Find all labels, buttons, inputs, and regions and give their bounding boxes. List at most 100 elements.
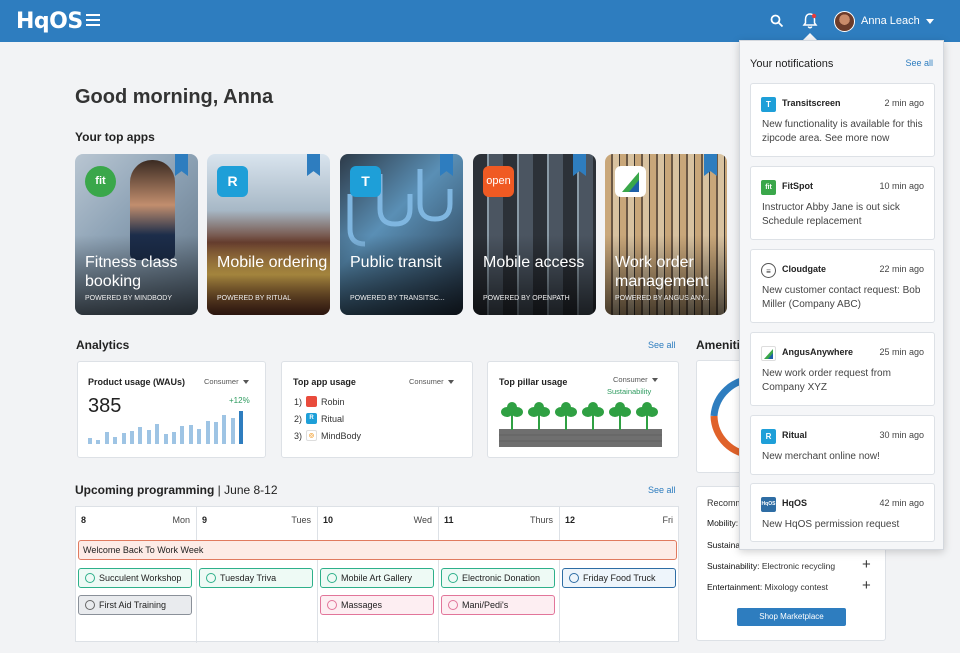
product-usage-title: Product usage (WAUs) [88,377,186,387]
notification-time: 42 min ago [879,498,924,508]
notification-time: 10 min ago [879,181,924,191]
notification-item[interactable]: T Transitscreen 2 min ago New functional… [750,83,935,157]
event-banner[interactable]: Welcome Back To Work Week [78,540,677,560]
recommendation-row[interactable]: Mobility: [707,518,738,528]
usage-bar [113,437,118,444]
app-title: Public transit [350,254,442,271]
top-apps-title: Your top apps [75,130,155,144]
bookmark-icon[interactable] [307,154,320,176]
menu-icon[interactable] [86,14,100,26]
rec-category: Mobility: [707,518,739,528]
event-chip[interactable]: Massages [320,595,434,615]
usage-bar [180,426,185,444]
consumer-dropdown[interactable]: Consumer [613,375,658,384]
app-name: Robin [321,396,345,407]
consumer-dropdown[interactable]: Consumer [204,377,249,386]
usage-bar [188,425,193,444]
notification-item[interactable]: R Ritual 30 min ago New merchant online … [750,415,935,475]
notification-item[interactable]: fit FitSpot 10 min ago Instructor Abby J… [750,166,935,240]
ritual-icon: R [306,413,317,424]
notification-message: Instructor Abby Jane is out sick Schedul… [762,202,900,227]
sustainability-filter[interactable]: Sustainability [607,387,651,396]
app-card-work-order[interactable]: Work order management POWERED BY ANGUS A… [605,154,727,315]
notification-app: Cloudgate [782,264,826,274]
usage-bar [230,418,235,444]
event-label: Electronic Donation [462,573,541,583]
bookmark-icon[interactable] [175,154,188,176]
event-chip[interactable]: Electronic Donation [441,568,555,588]
shop-marketplace-button[interactable]: Shop Marketplace [737,608,846,626]
search-icon[interactable] [770,14,784,28]
usage-bar-chart [88,411,256,444]
event-chip[interactable]: Mobile Art Gallery [320,568,434,588]
chevron-down-icon[interactable] [926,19,934,24]
usage-change: +12% [229,396,250,405]
event-chip[interactable]: Mani/Pedi's [441,595,555,615]
notification-app: Transitscreen [782,98,841,108]
programming-heading: Upcoming programming [75,483,215,497]
top-app-row[interactable]: 2) R Ritual [294,413,344,424]
top-app-usage-card: Top app usage Consumer 1) Robin 2) R Rit… [281,361,473,458]
event-chip[interactable]: First Aid Training [78,595,192,615]
analytics-see-all-link[interactable]: See all [648,340,676,350]
event-chip[interactable]: Tuesday Triva [199,568,313,588]
bookmark-icon[interactable] [573,154,586,176]
day-date: 10 [323,515,334,525]
notification-app: Ritual [782,430,808,440]
usage-bar [214,422,218,444]
hqos-icon: HqOS [761,497,776,512]
notification-item[interactable]: HqOS HqOS 42 min ago New HqOS permission… [750,483,935,542]
check-circle-icon [206,573,216,583]
app-title: Mobile access [483,254,585,271]
notifications-panel: Your notifications See all T Transitscre… [739,40,944,550]
add-plus-icon[interactable]: + [862,577,871,594]
consumer-dropdown[interactable]: Consumer [409,377,454,386]
sustainability-plants-graphic [499,402,662,447]
recommendation-row[interactable]: Sustainability: Electronic recycling [707,561,835,571]
day-date: 9 [202,515,208,525]
app-card-public-transit[interactable]: T Public transit POWERED BY TRANSITSC... [340,154,463,315]
top-app-row[interactable]: 3) ◎ MindBody [294,430,361,441]
top-app-usage-title: Top app usage [293,377,356,387]
rec-detail: Mixology contest [764,582,828,592]
usage-bar [163,434,168,444]
rec-category: Sustainability: [707,561,760,571]
rank: 2) [294,413,303,424]
top-app-row[interactable]: 1) Robin [294,396,345,407]
cloudgate-icon: ≡ [761,263,776,278]
check-circle-icon [85,573,95,583]
check-circle-icon [327,573,337,583]
bell-icon[interactable] [802,12,818,30]
notification-app: AngusAnywhere [782,347,854,357]
notification-item[interactable]: ≡ Cloudgate 22 min ago New customer cont… [750,249,935,323]
event-label: Massages [341,600,383,610]
event-chip[interactable]: Succulent Workshop [78,568,192,588]
app-title: Work order management [615,254,709,290]
app-card-mobile-access[interactable]: open Mobile access POWERED BY OPENPATH [473,154,596,315]
day-name: Tues [291,515,311,525]
usage-bar [88,438,92,444]
fit-app-icon: fit [85,166,116,197]
rec-category: Entertainment: [707,582,763,592]
check-circle-icon [448,573,458,583]
transitscreen-app-icon: T [350,166,381,197]
top-pillar-usage-title: Top pillar usage [499,377,568,387]
notifications-see-all-link[interactable]: See all [905,58,933,68]
usage-bar [138,427,143,444]
avatar[interactable] [834,11,855,32]
notification-time: 2 min ago [884,98,924,108]
programming-see-all-link[interactable]: See all [648,485,676,495]
bookmark-icon[interactable] [704,154,717,176]
recommendation-row[interactable]: Entertainment: Mixology contest [707,582,828,592]
app-card-fitness[interactable]: fit Fitness class booking POWERED BY MIN… [75,154,198,315]
day-name: Mon [172,515,190,525]
rank: 3) [294,430,303,441]
logo[interactable]: HqOS [16,9,83,34]
event-chip[interactable]: Friday Food Truck [562,568,676,588]
user-name[interactable]: Anna Leach [861,15,920,27]
add-plus-icon[interactable]: + [862,556,871,573]
app-card-mobile-ordering[interactable]: R Mobile ordering POWERED BY RITUAL [207,154,330,315]
usage-bar [96,440,101,444]
notification-item[interactable]: AngusAnywhere 25 min ago New work order … [750,332,935,406]
notification-app: FitSpot [782,181,813,191]
